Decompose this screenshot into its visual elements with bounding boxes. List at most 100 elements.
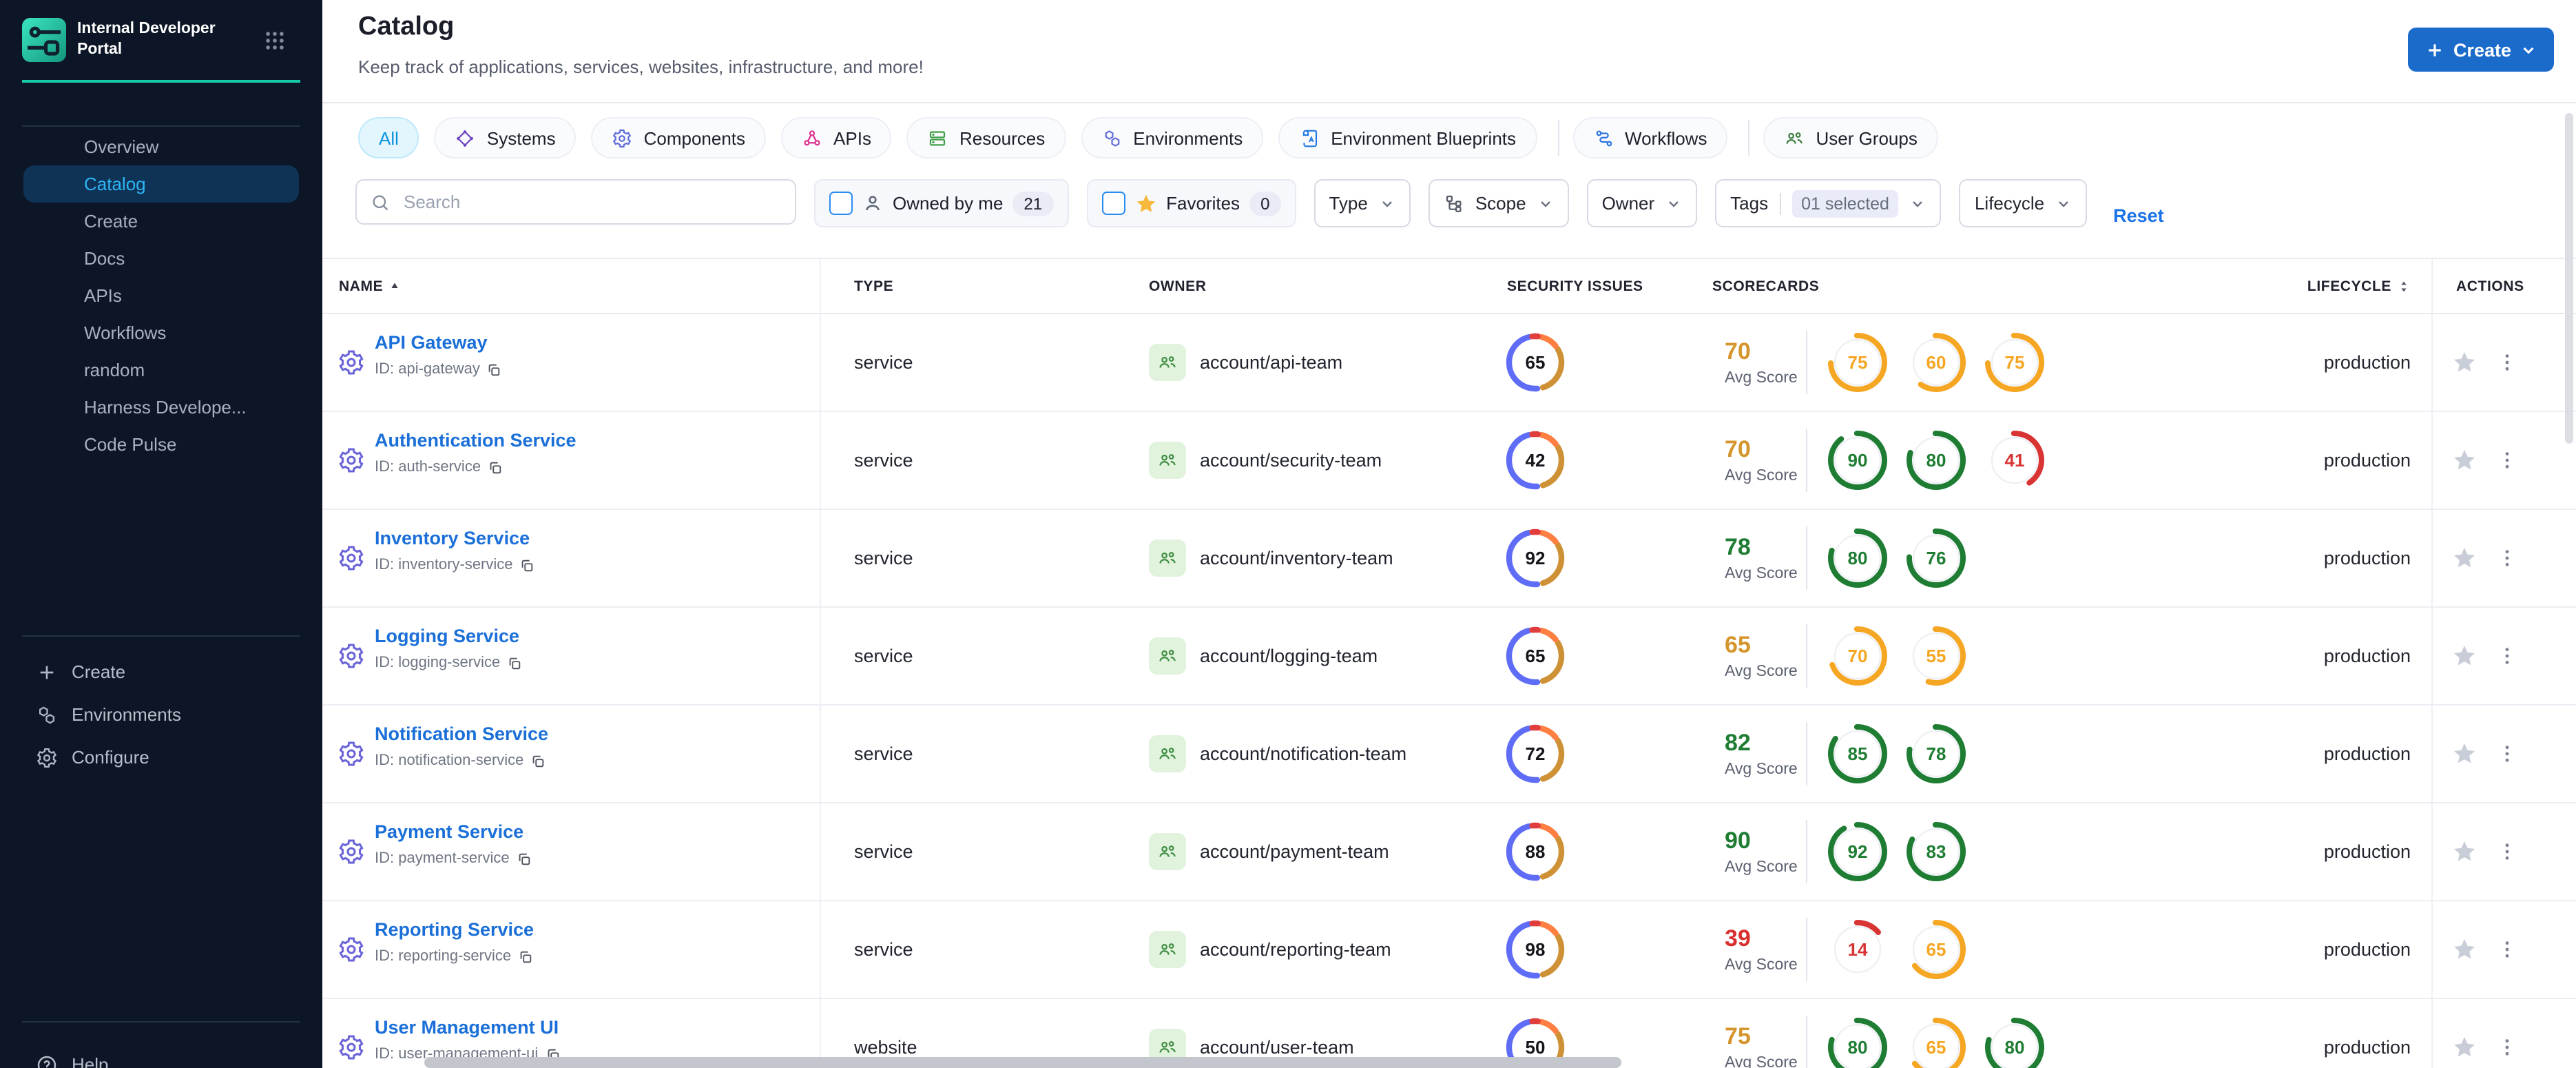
favorite-star-icon[interactable] (2452, 644, 2477, 668)
vertical-scrollbar-thumb[interactable] (2565, 113, 2573, 444)
entity-name-link[interactable]: Reporting Service (375, 919, 534, 940)
entity-name-link[interactable]: Notification Service (375, 723, 548, 744)
row-menu-icon[interactable] (2496, 449, 2518, 471)
sidebar-item-harness-develope[interactable]: Harness Develope... (0, 389, 322, 426)
copy-icon[interactable] (488, 460, 503, 475)
sidebar-item-configure[interactable]: Configure (0, 736, 322, 779)
scorecard-ring[interactable]: 41 (1984, 429, 2046, 491)
scorecard-ring[interactable]: 80 (1905, 429, 1967, 491)
tab-all[interactable]: All (358, 117, 419, 158)
sidebar-item-workflows[interactable]: Workflows (0, 314, 322, 351)
scorecard-ring[interactable]: 76 (1905, 527, 1967, 589)
scorecard-ring[interactable]: 80 (1984, 1016, 2046, 1068)
scorecard-ring[interactable]: 85 (1827, 723, 1889, 785)
tab-environments[interactable]: Environments (1081, 117, 1264, 158)
owned-by-me-filter[interactable]: Owned by me 21 (814, 179, 1069, 227)
sidebar-item-help[interactable]: Help (0, 1043, 322, 1068)
copy-icon[interactable] (530, 753, 546, 768)
tab-environment-blueprints[interactable]: Environment Blueprints (1278, 117, 1537, 158)
security-issues-donut[interactable]: 92 (1504, 527, 1566, 589)
copy-icon[interactable] (520, 557, 535, 573)
scorecard-ring[interactable]: 70 (1827, 625, 1889, 687)
row-menu-icon[interactable] (2496, 351, 2518, 373)
entity-name-link[interactable]: Payment Service (375, 821, 532, 842)
owner-name[interactable]: account/payment-team (1200, 841, 1389, 862)
scorecard-ring[interactable]: 80 (1827, 527, 1889, 589)
tab-user-groups[interactable]: User Groups (1763, 117, 1938, 158)
security-issues-donut[interactable]: 98 (1504, 918, 1566, 980)
owner-name[interactable]: account/reporting-team (1200, 939, 1391, 960)
entity-name-link[interactable]: API Gateway (375, 332, 502, 353)
row-menu-icon[interactable] (2496, 841, 2518, 863)
sidebar-item-docs[interactable]: Docs (0, 240, 322, 277)
tab-workflows[interactable]: Workflows (1572, 117, 1728, 158)
scorecard-ring[interactable]: 55 (1905, 625, 1967, 687)
favorites-filter[interactable]: Favorites 0 (1086, 179, 1296, 227)
favorite-star-icon[interactable] (2452, 350, 2477, 375)
security-issues-donut[interactable]: 88 (1504, 821, 1566, 883)
owner-name[interactable]: account/notification-team (1200, 743, 1406, 764)
owner-name[interactable]: account/security-team (1200, 450, 1382, 471)
reset-filters-link[interactable]: Reset (2113, 205, 2164, 226)
owner-name[interactable]: account/api-team (1200, 352, 1342, 373)
sidebar-item-catalog[interactable]: Catalog (23, 165, 299, 203)
owned-by-me-checkbox[interactable] (829, 192, 853, 215)
app-switcher-icon[interactable] (263, 29, 287, 52)
favorite-star-icon[interactable] (2452, 546, 2477, 571)
type-dropdown[interactable]: Type (1313, 179, 1411, 227)
copy-icon[interactable] (518, 949, 533, 964)
security-issues-donut[interactable]: 42 (1504, 429, 1566, 491)
tab-apis[interactable]: APIs (781, 117, 892, 158)
scorecard-ring[interactable]: 14 (1827, 918, 1889, 980)
scorecard-ring[interactable]: 78 (1905, 723, 1967, 785)
owner-dropdown[interactable]: Owner (1586, 179, 1698, 227)
sidebar-item-create[interactable]: Create (0, 650, 322, 693)
entity-name-link[interactable]: Inventory Service (375, 528, 535, 548)
scope-dropdown[interactable]: Scope (1428, 179, 1569, 227)
favorite-star-icon[interactable] (2452, 741, 2477, 766)
scorecard-ring[interactable]: 83 (1905, 821, 1967, 883)
scorecard-ring[interactable]: 92 (1827, 821, 1889, 883)
scorecard-ring[interactable]: 80 (1827, 1016, 1889, 1068)
favorite-star-icon[interactable] (2452, 448, 2477, 473)
sidebar-item-create[interactable]: Create (0, 203, 322, 240)
entity-name-link[interactable]: User Management UI (375, 1017, 560, 1038)
row-menu-icon[interactable] (2496, 547, 2518, 569)
sidebar-item-code-pulse[interactable]: Code Pulse (0, 426, 322, 463)
favorite-star-icon[interactable] (2452, 839, 2477, 864)
horizontal-scrollbar-thumb[interactable] (424, 1057, 1621, 1068)
owner-name[interactable]: account/user-team (1200, 1037, 1354, 1058)
copy-icon[interactable] (517, 851, 532, 866)
scorecard-ring[interactable]: 75 (1984, 331, 2046, 393)
tab-systems[interactable]: Systems (434, 117, 577, 158)
favorite-star-icon[interactable] (2452, 1035, 2477, 1060)
security-issues-donut[interactable]: 65 (1504, 625, 1566, 687)
lifecycle-dropdown[interactable]: Lifecycle (1959, 179, 2088, 227)
owner-name[interactable]: account/inventory-team (1200, 548, 1393, 568)
sidebar-item-overview[interactable]: Overview (0, 128, 322, 165)
sidebar-item-random[interactable]: random (0, 351, 322, 389)
row-menu-icon[interactable] (2496, 1036, 2518, 1058)
sidebar-item-apis[interactable]: APIs (0, 277, 322, 314)
favorites-checkbox[interactable] (1101, 192, 1125, 215)
scorecard-ring[interactable]: 65 (1905, 918, 1967, 980)
create-button[interactable]: Create (2407, 28, 2554, 72)
tab-components[interactable]: Components (591, 117, 767, 158)
row-menu-icon[interactable] (2496, 938, 2518, 961)
tags-dropdown[interactable]: Tags 01 selected (1715, 179, 1942, 227)
column-header-lifecycle[interactable]: LIFECYCLE (2278, 278, 2411, 294)
row-menu-icon[interactable] (2496, 743, 2518, 765)
security-issues-donut[interactable]: 65 (1504, 331, 1566, 393)
scorecard-ring[interactable]: 60 (1905, 331, 1967, 393)
copy-icon[interactable] (507, 655, 522, 670)
favorite-star-icon[interactable] (2452, 937, 2477, 962)
search-input[interactable] (401, 190, 781, 214)
scorecard-ring[interactable]: 65 (1905, 1016, 1967, 1068)
column-header-name[interactable]: NAME (339, 278, 401, 294)
tab-resources[interactable]: Resources (906, 117, 1066, 158)
scorecard-ring[interactable]: 90 (1827, 429, 1889, 491)
scorecard-ring[interactable]: 75 (1827, 331, 1889, 393)
security-issues-donut[interactable]: 72 (1504, 723, 1566, 785)
entity-name-link[interactable]: Authentication Service (375, 430, 577, 451)
entity-name-link[interactable]: Logging Service (375, 626, 522, 646)
